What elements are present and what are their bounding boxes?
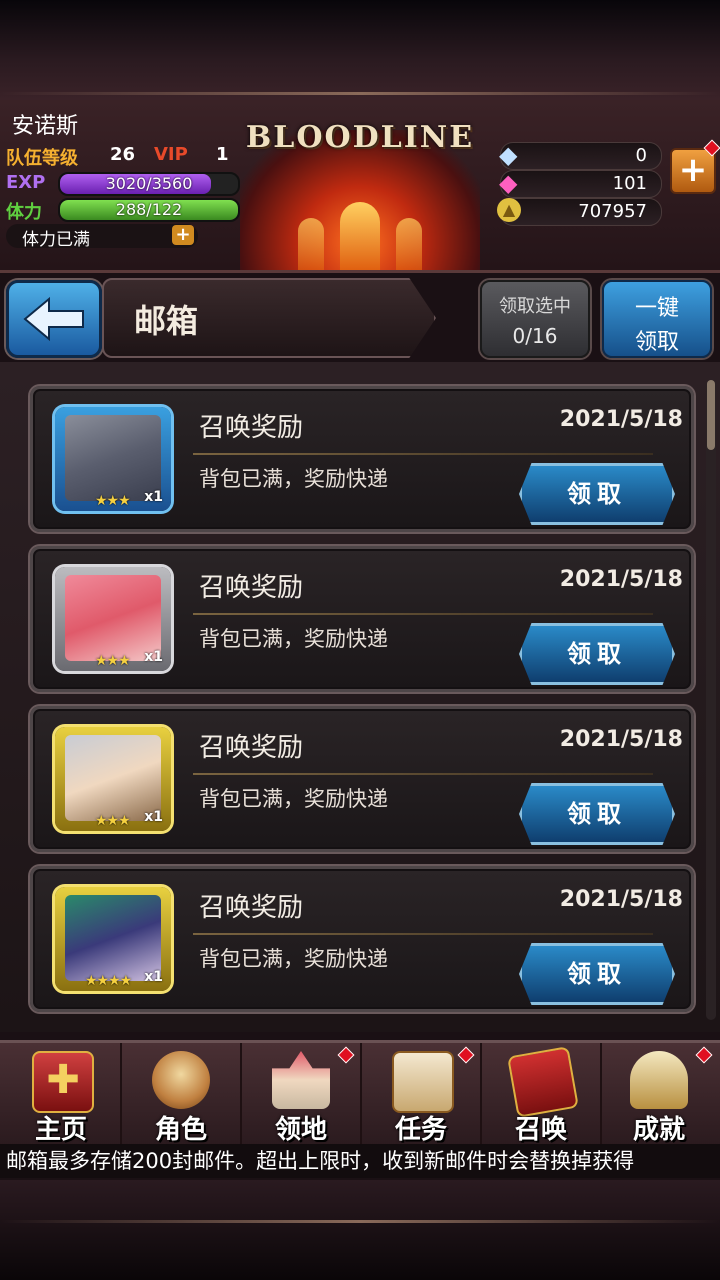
exp-label: EXP (6, 172, 46, 193)
claim-selected-count: 0/16 (512, 324, 558, 348)
stamina-status-box: 体力已满 + (6, 224, 198, 250)
mail-divider (193, 773, 653, 775)
claim-selected-label: 领取选中 (499, 296, 571, 317)
mail-description: 背包已满，奖励快递 (199, 627, 388, 651)
stamina-bar: 288/122 (58, 198, 240, 222)
mail-divider (193, 933, 653, 935)
crystal-value: 0 (635, 145, 647, 166)
rarity-stars: ★★★ (95, 493, 131, 509)
nav-character[interactable]: 角色 (122, 1043, 242, 1147)
exp-value: 3020/3560 (105, 174, 193, 193)
mail-date: 2021/5/18 (559, 567, 683, 592)
team-level-value: 26 (110, 144, 136, 165)
nav-label: 召唤 (514, 1115, 567, 1145)
nav-label: 角色 (154, 1115, 207, 1145)
mailbox-notice: 邮箱最多存储200封邮件。超出上限时，收到新邮件时会替换掉获得 (0, 1144, 720, 1178)
nav-label: 成就 (632, 1115, 685, 1145)
reward-quantity: x1 (144, 809, 163, 825)
back-button[interactable] (6, 280, 102, 358)
notification-badge (695, 1046, 713, 1064)
gem-box: ◆ 101 (499, 169, 662, 198)
reward-quantity: x1 (144, 969, 163, 985)
reward-portrait: ★★★ x1 (55, 567, 171, 671)
mail-item[interactable]: ★★★ x1 召唤奖励 2021/5/18 背包已满，奖励快递 领取 (30, 546, 694, 692)
exp-bar: 3020/3560 (58, 172, 240, 196)
nav-quest[interactable]: 任务 (362, 1043, 482, 1147)
mail-item[interactable]: ★★★ x1 召唤奖励 2021/5/18 背包已满，奖励快递 领取 (30, 706, 694, 852)
mail-scrollbar[interactable] (706, 380, 716, 1020)
stamina-value: 288/122 (115, 200, 183, 219)
reward-portrait: ★★★ x1 (55, 727, 171, 831)
mail-date: 2021/5/18 (559, 727, 683, 752)
gold-value: 707957 (578, 201, 647, 222)
trophy-icon (630, 1051, 688, 1109)
add-currency-button[interactable]: + (670, 148, 716, 194)
stamina-label: 体力 (6, 202, 42, 223)
vip-value: 1 (216, 144, 229, 165)
claim-all-line1: 一键 (634, 296, 679, 321)
nav-summon[interactable]: 召唤 (482, 1043, 602, 1147)
rarity-stars: ★★★ (95, 653, 131, 669)
team-level-label: 队伍等级 (6, 148, 78, 169)
player-name: 安诺斯 (12, 114, 79, 139)
mail-title: 召唤奖励 (199, 413, 304, 443)
summon-card-icon (507, 1046, 579, 1118)
nav-label: 主页 (34, 1115, 87, 1145)
mail-description: 背包已满，奖励快递 (199, 787, 388, 811)
reward-quantity: x1 (144, 649, 163, 665)
mail-date: 2021/5/18 (559, 887, 683, 912)
back-arrow-icon (23, 296, 84, 342)
claim-button[interactable]: 领取 (519, 623, 675, 685)
claim-button[interactable]: 领取 (519, 943, 675, 1005)
top-decor-band (0, 0, 720, 100)
reward-portrait: ★★★ x1 (55, 407, 171, 511)
quest-book-icon (392, 1051, 454, 1113)
mail-list[interactable]: ★★★ x1 召唤奖励 2021/5/18 背包已满，奖励快递 领取 ★★★ x… (0, 362, 720, 1032)
claim-selected-button[interactable]: 领取选中 0/16 (480, 280, 590, 358)
home-banner-icon: ✚ (32, 1051, 94, 1113)
gem-value: 101 (612, 173, 647, 194)
mail-title: 召唤奖励 (199, 893, 304, 923)
crystal-box: ◆ 0 (499, 141, 662, 170)
gold-box: ▲ 707957 (497, 198, 662, 226)
mail-divider (193, 453, 653, 455)
mail-divider (193, 613, 653, 615)
add-stamina-button[interactable]: + (172, 225, 194, 245)
stamina-status: 体力已满 (22, 230, 90, 250)
nav-label: 任务 (394, 1115, 447, 1145)
claim-button[interactable]: 领取 (519, 463, 675, 525)
reward-portrait: ★★★★ x1 (55, 887, 171, 991)
gem-icon: ◆ (499, 169, 518, 197)
castle-icon (272, 1051, 330, 1109)
crystal-icon: ◆ (499, 141, 518, 169)
mail-description: 背包已满，奖励快递 (199, 947, 388, 971)
nav-achievement[interactable]: 成就 (600, 1043, 718, 1147)
rarity-stars: ★★★★ (85, 973, 132, 989)
mail-date: 2021/5/18 (559, 407, 683, 432)
page-title: 邮箱 (134, 302, 199, 340)
mail-title: 召唤奖励 (199, 573, 304, 603)
claim-button[interactable]: 领取 (519, 783, 675, 845)
mail-item[interactable]: ★★★ x1 召唤奖励 2021/5/18 背包已满，奖励快递 领取 (30, 386, 694, 532)
gold-coin-icon: ▲ (497, 198, 521, 222)
nav-home[interactable]: ✚ 主页 (2, 1043, 122, 1147)
mail-description: 背包已满，奖励快递 (199, 467, 388, 491)
character-icon (152, 1051, 210, 1109)
reward-quantity: x1 (144, 489, 163, 505)
rarity-stars: ★★★ (95, 813, 131, 829)
scroll-thumb[interactable] (707, 380, 715, 450)
nav-label: 领地 (274, 1115, 327, 1145)
vip-label: VIP (154, 144, 188, 165)
mail-title: 召唤奖励 (199, 733, 304, 763)
nav-territory[interactable]: 领地 (242, 1043, 362, 1147)
mail-item[interactable]: ★★★★ x1 召唤奖励 2021/5/18 背包已满，奖励快递 领取 (30, 866, 694, 1012)
bottom-nav: ✚ 主页 角色 领地 任务 召唤 成就 (0, 1040, 720, 1147)
claim-all-button[interactable]: 一键 领取 (602, 280, 712, 358)
notification-badge (337, 1046, 355, 1064)
bottom-decor-band (0, 1180, 720, 1280)
bloodline-logo: BLOODLINE (245, 120, 475, 155)
claim-all-line2: 领取 (634, 330, 679, 355)
notification-badge (457, 1046, 475, 1064)
